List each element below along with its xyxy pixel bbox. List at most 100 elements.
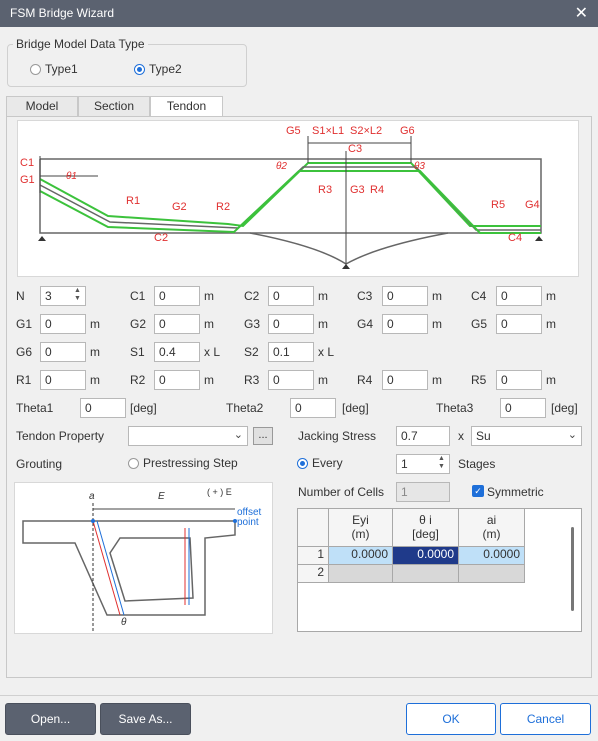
jacking-stress-select[interactable]: Su ⌄: [471, 426, 582, 446]
type2-label: Type2: [149, 62, 182, 76]
label-ai: a: [89, 491, 95, 502]
theta3-label: Theta3: [436, 401, 474, 415]
label-ei: E: [158, 491, 165, 502]
cancel-button[interactable]: Cancel: [500, 703, 591, 735]
table-header-eyi: Eyi (m): [329, 509, 393, 547]
r2-label: R2: [130, 373, 146, 387]
table-cell[interactable]: [459, 565, 525, 583]
jacking-stress-select-value: Su: [476, 429, 491, 443]
save-as-button[interactable]: Save As...: [100, 703, 191, 735]
label-plus-e: ( + ) E: [207, 487, 232, 497]
r1-input[interactable]: 0: [40, 370, 86, 390]
table-cell[interactable]: 0.0000: [329, 547, 393, 565]
label-s1l1: S1×L1: [312, 125, 345, 137]
label-g4: G4: [525, 199, 540, 211]
every-label: Every: [312, 456, 343, 470]
prestressing-step-radio[interactable]: Prestressing Step: [128, 456, 238, 470]
g6-input[interactable]: 0: [40, 342, 86, 362]
g2-unit: m: [204, 317, 214, 331]
number-of-cells-label: Number of Cells: [298, 485, 385, 499]
close-icon[interactable]: ✕: [575, 3, 588, 23]
r5-input[interactable]: 0: [496, 370, 542, 390]
table-row-number: 1: [298, 547, 329, 565]
theta2-input[interactable]: 0: [290, 398, 336, 418]
tendon-property-select[interactable]: ⌄: [128, 426, 248, 446]
stages-stepper[interactable]: ▲ ▼: [436, 455, 448, 473]
n-stepper[interactable]: ▲ ▼: [72, 287, 84, 305]
g3-input[interactable]: 0: [268, 314, 314, 334]
g1-label: G1: [16, 317, 33, 331]
label-g2: G2: [172, 201, 187, 213]
tendon-diagram: G5 S1×L1 S2×L2 G6 C3 C1 G1 θ1 θ2 θ3 R1 G…: [17, 120, 579, 277]
label-r2: R2: [216, 201, 231, 213]
g4-label: G4: [357, 317, 374, 331]
table-cell[interactable]: [393, 565, 459, 583]
g6-unit: m: [90, 345, 100, 359]
g6-label: G6: [16, 345, 33, 359]
label-point: point: [237, 517, 259, 528]
r3-input[interactable]: 0: [268, 370, 314, 390]
tab-section[interactable]: Section: [78, 96, 150, 116]
c4-label: C4: [471, 289, 487, 303]
g5-unit: m: [546, 317, 556, 331]
g4-unit: m: [432, 317, 442, 331]
g2-label: G2: [130, 317, 147, 331]
table-cell[interactable]: 0.0000: [393, 547, 459, 565]
table-header-theta: θ i [deg]: [393, 509, 459, 547]
g5-input[interactable]: 0: [496, 314, 542, 334]
every-radio-icon: [297, 457, 308, 469]
r3-unit: m: [318, 373, 328, 387]
c3-label: C3: [357, 289, 373, 303]
label-theta2: θ2: [276, 161, 287, 172]
theta2-unit: [deg]: [342, 401, 369, 415]
g4-input[interactable]: 0: [382, 314, 428, 334]
theta1-input[interactable]: 0: [80, 398, 126, 418]
table-cell[interactable]: [329, 565, 393, 583]
c3-input[interactable]: 0: [382, 286, 428, 306]
data-type-group-title: Bridge Model Data Type: [13, 37, 148, 51]
theta3-unit: [deg]: [551, 401, 578, 415]
label-s2l2: S2×L2: [350, 125, 383, 137]
label-c1: C1: [20, 157, 35, 169]
label-g5: G5: [286, 125, 301, 137]
type1-radio[interactable]: Type1: [30, 62, 78, 76]
table-cell[interactable]: 0.0000: [459, 547, 525, 565]
g5-label: G5: [471, 317, 488, 331]
tendon-property-browse-button[interactable]: ...: [253, 427, 273, 445]
s1-unit: x L: [204, 345, 221, 359]
grouting-label: Grouting: [16, 457, 63, 471]
jacking-stress-input[interactable]: 0.7: [396, 426, 450, 446]
symmetric-checkbox[interactable]: ✓: [472, 485, 484, 497]
r5-label: R5: [471, 373, 487, 387]
s2-input[interactable]: 0.1: [268, 342, 314, 362]
g2-input[interactable]: 0: [154, 314, 200, 334]
r4-input[interactable]: 0: [382, 370, 428, 390]
c1-input[interactable]: 0: [154, 286, 200, 306]
symmetric-label: Symmetric: [487, 485, 544, 499]
label-c4: C4: [508, 232, 523, 244]
s2-unit: x L: [318, 345, 335, 359]
label-r4: R4: [370, 184, 385, 196]
table-row-number: 2: [298, 565, 329, 583]
label-c3: C3: [348, 143, 363, 155]
tab-tendon[interactable]: Tendon: [150, 96, 223, 117]
c2-input[interactable]: 0: [268, 286, 314, 306]
table-header-ai: ai (m): [459, 509, 525, 547]
every-radio[interactable]: Every: [297, 456, 343, 470]
type2-radio[interactable]: Type2: [134, 62, 182, 76]
g3-label: G3: [244, 317, 261, 331]
label-theta: θ: [121, 617, 127, 628]
ok-button[interactable]: OK: [406, 703, 496, 735]
open-button[interactable]: Open...: [5, 703, 96, 735]
table-scrollbar[interactable]: [571, 527, 574, 611]
g1-input[interactable]: 0: [40, 314, 86, 334]
r2-input[interactable]: 0: [154, 370, 200, 390]
offset-table[interactable]: Eyi (m) θ i [deg] ai (m) 1 0.0000 0.0000…: [297, 508, 582, 632]
s1-input[interactable]: 0.4: [154, 342, 200, 362]
tab-model[interactable]: Model: [6, 96, 78, 116]
c4-input[interactable]: 0: [496, 286, 542, 306]
theta3-input[interactable]: 0: [500, 398, 546, 418]
label-theta3: θ3: [414, 161, 425, 172]
label-theta1: θ1: [66, 171, 77, 182]
label-g1: G1: [20, 174, 35, 186]
